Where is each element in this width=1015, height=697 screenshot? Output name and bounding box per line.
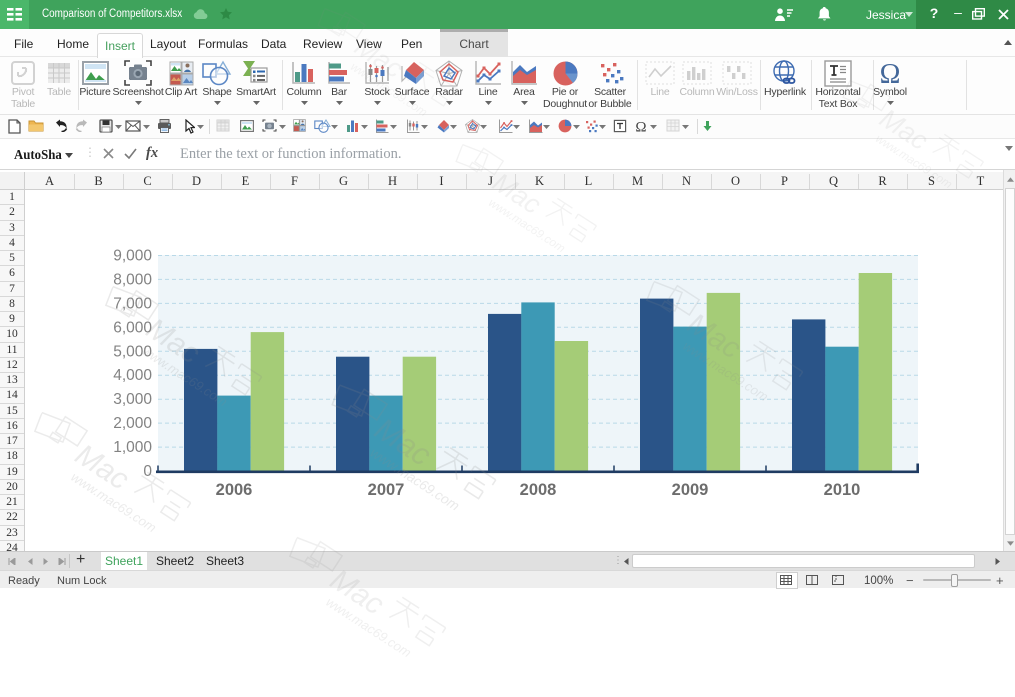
svg-text:2010: 2010	[824, 481, 861, 499]
svg-text:3,000: 3,000	[113, 391, 152, 408]
svg-text:2006: 2006	[216, 481, 253, 499]
svg-text:9,000: 9,000	[113, 248, 152, 265]
svg-text:Ω: Ω	[635, 120, 646, 135]
svg-text:2009: 2009	[672, 481, 709, 499]
svg-text:Ω: Ω	[880, 59, 901, 87]
svg-text:2,000: 2,000	[113, 415, 152, 432]
